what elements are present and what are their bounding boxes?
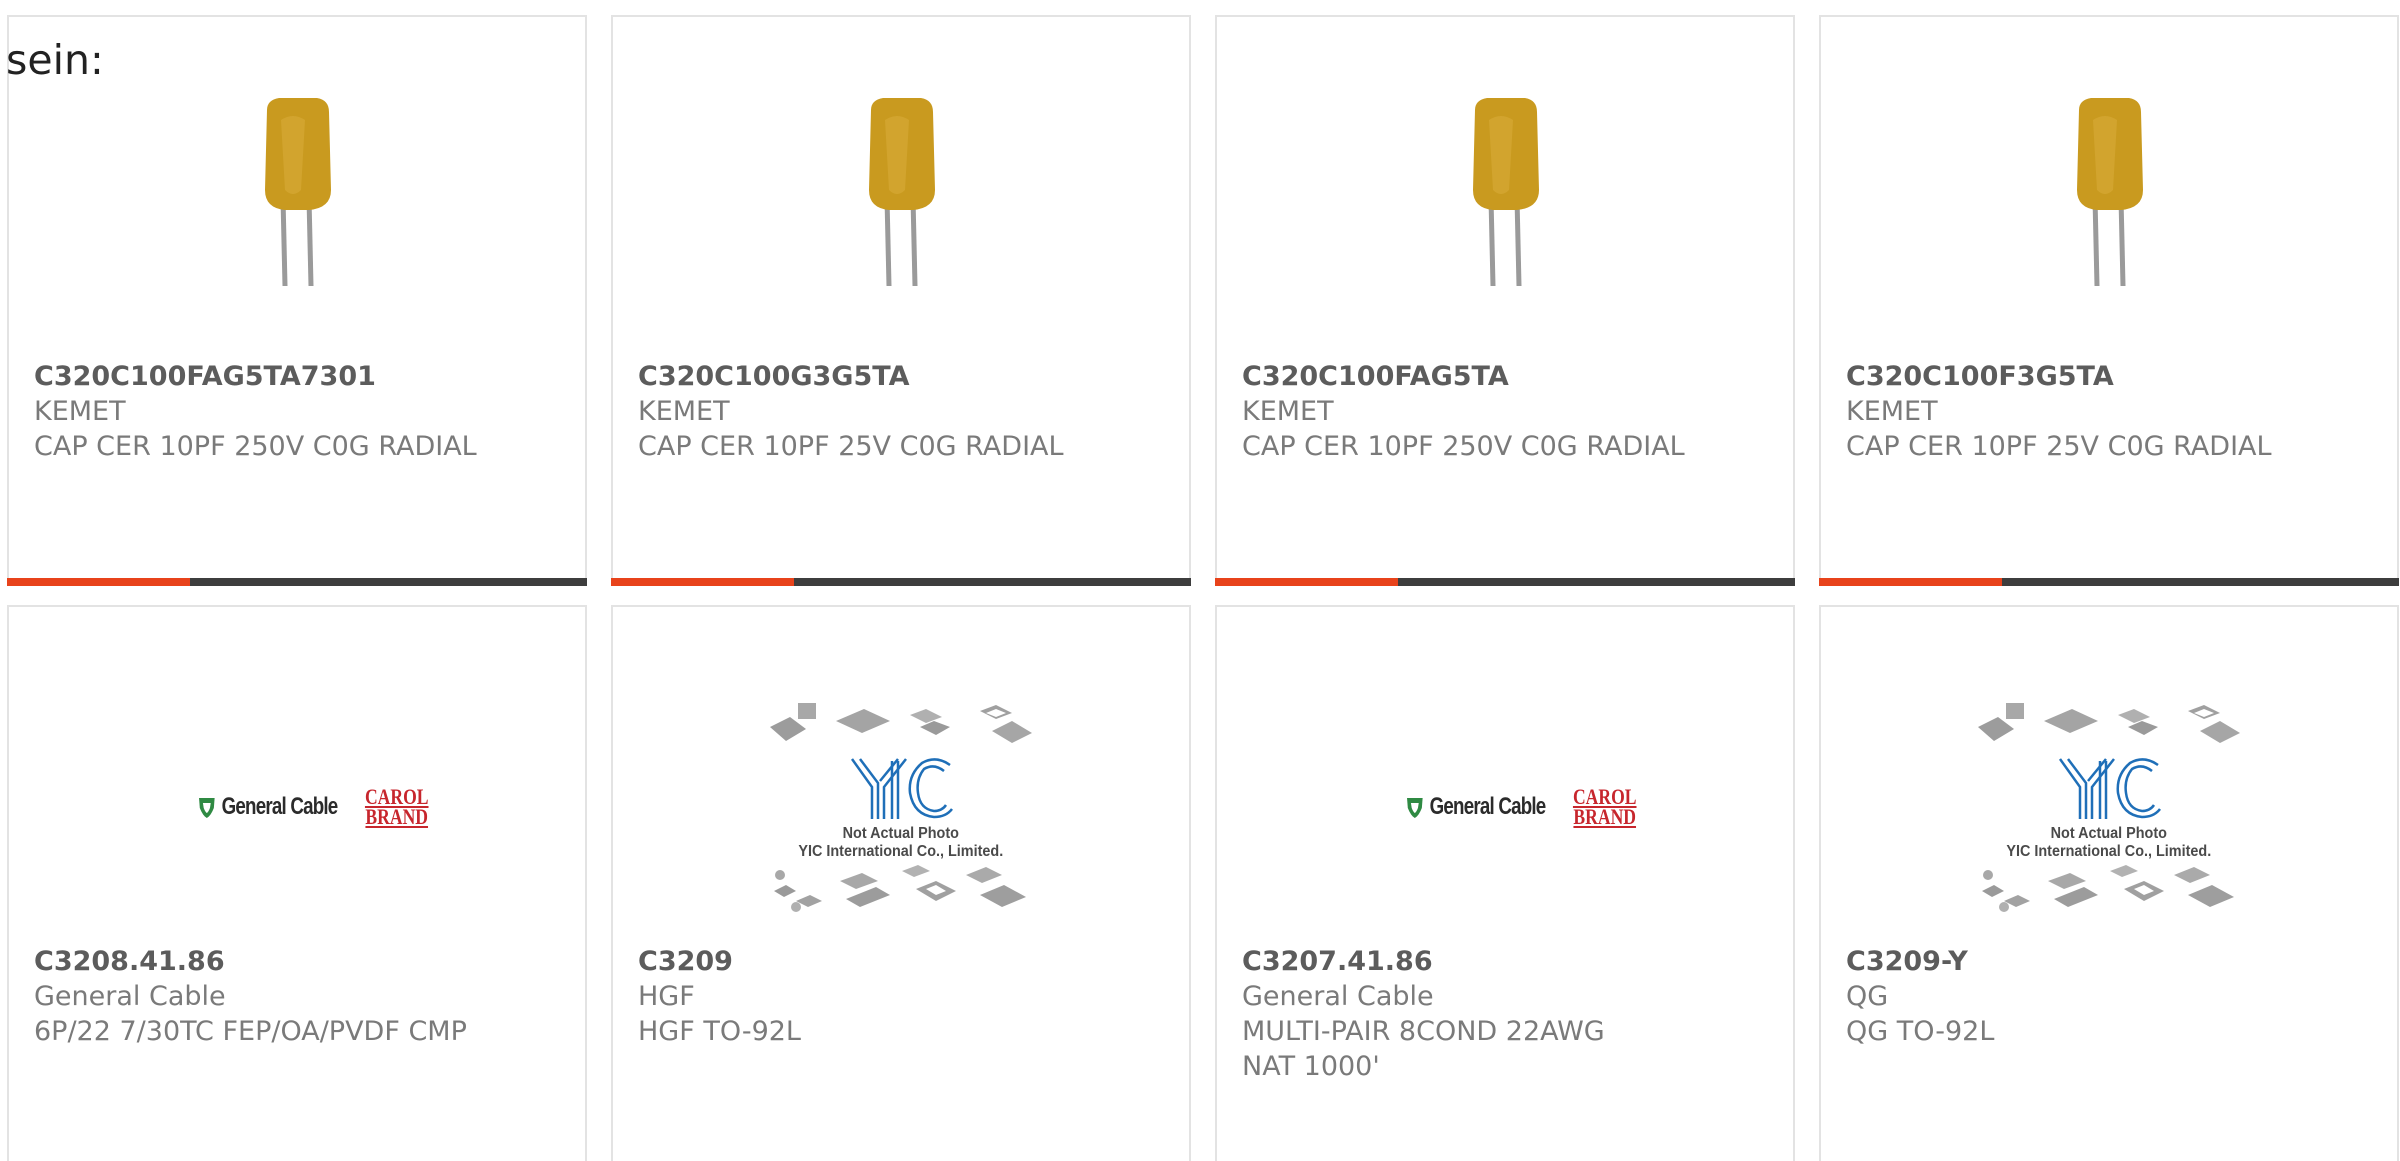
ceramic-capacitor-icon <box>801 89 1001 295</box>
description: CAP CER 10PF 25V C0G RADIAL <box>638 431 1064 462</box>
brand-line: BRAND <box>365 804 429 829</box>
accent-fill <box>7 578 190 586</box>
part-number[interactable]: C3208.41.86 <box>34 944 560 979</box>
product-image <box>9 67 585 317</box>
not-actual-photo-text: Not Actual Photo <box>2050 825 2168 842</box>
manufacturer: KEMET <box>34 396 126 427</box>
product-card[interactable]: C320C100FAG5TA KEMET CAP CER 10PF 250V C… <box>1215 15 1795 586</box>
carol-brand-mark: CAROL BRAND <box>365 786 429 829</box>
description: CAP CER 10PF 250V C0G RADIAL <box>34 431 477 462</box>
product-image: General Cable CAROL BRAND <box>1217 677 1793 937</box>
description: QG TO-92L <box>1846 1016 1995 1047</box>
general-cable-text: General Cable <box>1429 793 1547 820</box>
yic-company-text: YIC International Co., Limited. <box>798 843 1004 860</box>
product-info: C3207.41.86 General Cable MULTI-PAIR 8CO… <box>1242 944 1768 1084</box>
accent-fill <box>611 578 794 586</box>
yic-placeholder-image: Not Actual Photo YIC International Co., … <box>1974 697 2244 917</box>
chip-packages-top-icon <box>1978 703 2240 743</box>
product-image <box>1821 67 2397 317</box>
manufacturer: KEMET <box>638 396 730 427</box>
manufacturer: KEMET <box>1242 396 1334 427</box>
part-number[interactable]: C3209 <box>638 944 1164 979</box>
chip-packages-bottom-icon <box>774 865 1026 912</box>
description: 6P/22 7/30TC FEP/OA/PVDF CMP <box>34 1016 467 1047</box>
product-card[interactable]: C320C100F3G5TA KEMET CAP CER 10PF 25V C0… <box>1819 15 2399 586</box>
accent-bar <box>7 578 587 586</box>
product-info: C320C100FAG5TA7301 KEMET CAP CER 10PF 25… <box>34 359 560 464</box>
chip-packages-top-icon <box>770 703 1032 743</box>
product-card[interactable]: C320C100FAG5TA7301 KEMET CAP CER 10PF 25… <box>7 15 587 586</box>
general-cable-mark: General Cable <box>1405 793 1546 821</box>
part-number[interactable]: C320C100G3G5TA <box>638 359 1164 394</box>
product-info: C3209-Y QG QG TO-92L <box>1846 944 2372 1049</box>
general-cable-text: General Cable <box>221 793 339 820</box>
product-image <box>613 67 1189 317</box>
manufacturer: QG <box>1846 981 1889 1012</box>
accent-bar <box>1215 578 1795 586</box>
product-image <box>1217 67 1793 317</box>
product-info: C320C100G3G5TA KEMET CAP CER 10PF 25V C0… <box>638 359 1164 464</box>
accent-fill <box>1215 578 1398 586</box>
general-cable-shield-icon <box>1407 798 1423 818</box>
product-image: General Cable CAROL BRAND <box>9 677 585 937</box>
brand-line: BRAND <box>1573 804 1637 829</box>
carol-brand-mark: CAROL BRAND <box>1573 786 1637 829</box>
description: HGF TO-92L <box>638 1016 801 1047</box>
intro-text: sein: <box>6 36 104 84</box>
manufacturer: General Cable <box>34 981 226 1012</box>
product-grid-page: sein: C320C100FAG5TA7301 KEMET CAP CER 1… <box>0 0 2400 1161</box>
part-number[interactable]: C320C100FAG5TA7301 <box>34 359 560 394</box>
product-info: C320C100F3G5TA KEMET CAP CER 10PF 25V C0… <box>1846 359 2372 464</box>
ceramic-capacitor-icon <box>2009 89 2209 295</box>
not-actual-photo-text: Not Actual Photo <box>842 825 960 842</box>
manufacturer: HGF <box>638 981 695 1012</box>
part-number[interactable]: C3209-Y <box>1846 944 2372 979</box>
product-card[interactable]: Not Actual Photo YIC International Co., … <box>1819 605 2399 1161</box>
accent-bar <box>1819 578 2399 586</box>
product-info: C320C100FAG5TA KEMET CAP CER 10PF 250V C… <box>1242 359 1768 464</box>
yic-caption: Not Actual Photo YIC International Co., … <box>799 825 1004 861</box>
yic-caption: Not Actual Photo YIC International Co., … <box>2007 825 2212 861</box>
product-card[interactable]: Not Actual Photo YIC International Co., … <box>611 605 1191 1161</box>
product-info: C3208.41.86 General Cable 6P/22 7/30TC F… <box>34 944 560 1049</box>
description: CAP CER 10PF 250V C0G RADIAL <box>1242 431 1685 462</box>
general-cable-logo: General Cable CAROL BRAND <box>1365 786 1645 829</box>
part-number[interactable]: C320C100FAG5TA <box>1242 359 1768 394</box>
chip-packages-bottom-icon <box>1982 865 2234 912</box>
general-cable-logo: General Cable CAROL BRAND <box>157 786 437 829</box>
part-number[interactable]: C3207.41.86 <box>1242 944 1768 979</box>
part-number[interactable]: C320C100F3G5TA <box>1846 359 2372 394</box>
product-image: Not Actual Photo YIC International Co., … <box>1821 677 2397 937</box>
description: CAP CER 10PF 25V C0G RADIAL <box>1846 431 2272 462</box>
yic-company-text: YIC International Co., Limited. <box>2006 843 2212 860</box>
product-image: Not Actual Photo YIC International Co., … <box>613 677 1189 937</box>
general-cable-mark: General Cable <box>197 793 338 821</box>
manufacturer: General Cable <box>1242 981 1434 1012</box>
ceramic-capacitor-icon <box>197 89 397 295</box>
accent-fill <box>1819 578 2002 586</box>
product-info: C3209 HGF HGF TO-92L <box>638 944 1164 1049</box>
accent-bar <box>611 578 1191 586</box>
ceramic-capacitor-icon <box>1405 89 1605 295</box>
yic-placeholder-image: Not Actual Photo YIC International Co., … <box>766 697 1036 917</box>
product-card[interactable]: General Cable CAROL BRAND C3207.41.86 Ge… <box>1215 605 1795 1161</box>
description: MULTI-PAIR 8COND 22AWG NAT 1000' <box>1242 1016 1605 1082</box>
yic-logo-icon <box>850 758 953 819</box>
product-card[interactable]: General Cable CAROL BRAND C3208.41.86 Ge… <box>7 605 587 1161</box>
yic-logo-icon <box>2058 758 2161 819</box>
manufacturer: KEMET <box>1846 396 1938 427</box>
general-cable-shield-icon <box>199 798 215 818</box>
product-card[interactable]: C320C100G3G5TA KEMET CAP CER 10PF 25V C0… <box>611 15 1191 586</box>
